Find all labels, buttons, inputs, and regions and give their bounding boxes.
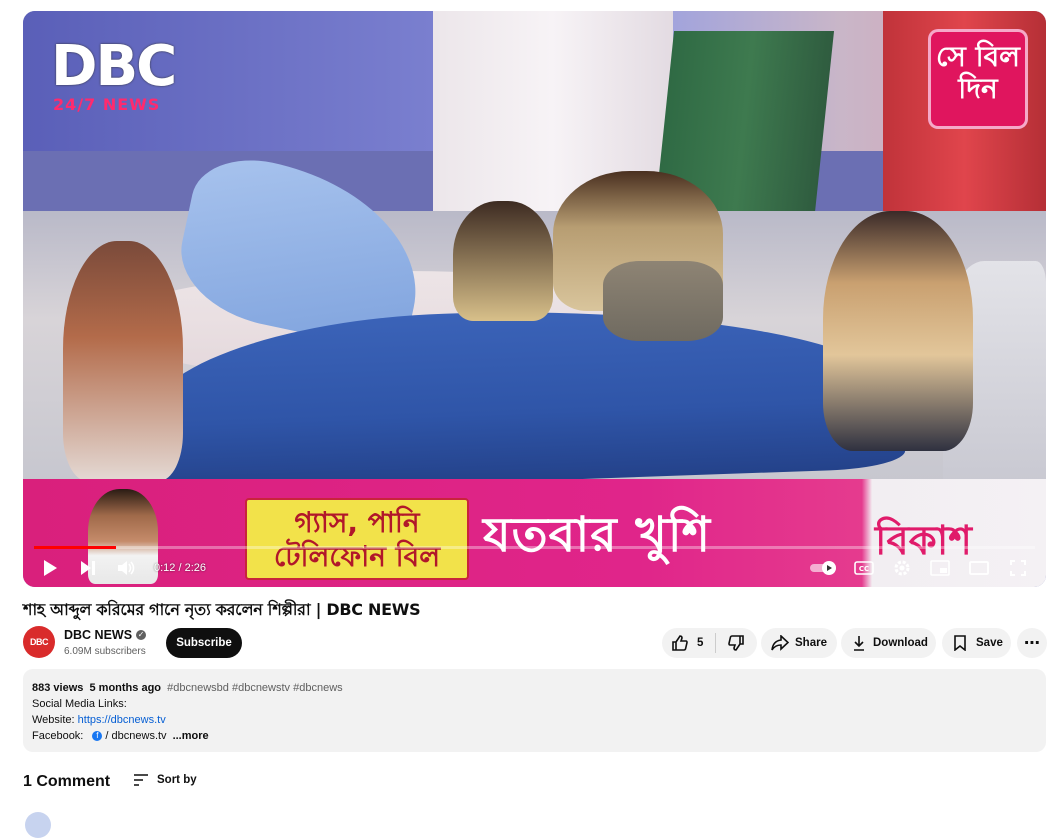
volume-button[interactable]	[116, 556, 138, 580]
save-label: Save	[976, 637, 1003, 649]
svg-text:CC: CC	[859, 565, 869, 573]
description-meta: 883 views 5 months ago #dbcnewsbd #dbcne…	[32, 680, 1037, 696]
like-dislike-group: 5	[662, 628, 757, 658]
share-icon	[771, 635, 789, 651]
sort-icon	[134, 774, 148, 786]
like-divider	[715, 633, 717, 653]
promo-badge: সে বিল দিন	[928, 29, 1028, 129]
sort-label: Sort by	[157, 774, 197, 786]
download-button[interactable]: Download	[841, 628, 936, 658]
time-display: 0:12 / 2:26	[154, 562, 206, 574]
share-label: Share	[795, 637, 827, 649]
theater-button[interactable]	[968, 556, 990, 580]
fullscreen-button[interactable]	[1007, 556, 1029, 580]
website-link[interactable]: https://dbcnews.tv	[78, 714, 166, 726]
facebook-icon: f	[92, 731, 103, 742]
dislike-button[interactable]	[728, 635, 745, 651]
thumbs-up-icon	[672, 635, 688, 651]
banner-box-line1: গ্যাস, পানি	[294, 506, 420, 539]
more-icon: ⋯	[1024, 635, 1040, 652]
theater-icon	[969, 561, 989, 575]
dancer	[453, 201, 553, 321]
play-icon	[44, 560, 57, 576]
hashtags[interactable]: #dbcnewsbd #dbcnewstv #dbcnews	[167, 682, 343, 694]
facebook-handle[interactable]: / dbcnews.tv	[105, 730, 166, 742]
share-button[interactable]: Share	[761, 628, 837, 658]
description-box[interactable]: 883 views 5 months ago #dbcnewsbd #dbcne…	[23, 669, 1046, 752]
website-line: Website: https://dbcnews.tv	[32, 712, 1037, 728]
channel-name[interactable]: DBC NEWS	[64, 628, 132, 642]
logo-main-text: DBC	[51, 34, 177, 99]
channel-avatar[interactable]: DBC	[23, 626, 55, 658]
more-actions-button[interactable]: ⋯	[1017, 628, 1047, 658]
upload-age: 5 months ago	[89, 682, 162, 694]
logo-sub-b: NEWS	[102, 95, 161, 114]
captions-button[interactable]: CC	[853, 556, 875, 580]
video-player[interactable]: DBC 24/7 NEWS সে বিল দিন গ্যাস, পানি টেল…	[23, 11, 1046, 587]
progress-bar[interactable]	[34, 546, 1035, 549]
bookmark-icon	[954, 635, 966, 651]
autoplay-toggle[interactable]	[809, 556, 839, 580]
subscribe-button[interactable]: Subscribe	[166, 628, 242, 658]
download-label: Download	[873, 637, 928, 649]
facebook-line: Facebook: f / dbcnews.tv ...more	[32, 728, 1037, 744]
like-button[interactable]: 5	[672, 635, 703, 651]
next-button[interactable]	[78, 556, 98, 580]
view-count: 883 views	[32, 682, 84, 694]
logo-sub-text: 24/7 NEWS	[53, 95, 211, 114]
banner-bill-box: গ্যাস, পানি টেলিফোন বিল	[245, 498, 469, 580]
volume-icon	[118, 561, 135, 575]
settings-button[interactable]	[891, 556, 913, 580]
description-line: Social Media Links:	[32, 698, 127, 710]
captions-icon: CC	[854, 561, 874, 575]
comment-count: 1 Comment	[23, 773, 111, 790]
banner-slogan: যতবার খুশি	[483, 507, 712, 563]
thumbs-down-icon	[728, 635, 745, 651]
autoplay-toggle-icon	[810, 561, 836, 575]
like-count: 5	[697, 637, 704, 649]
channel-watermark-logo: DBC 24/7 NEWS	[51, 39, 211, 117]
fullscreen-icon	[1010, 560, 1026, 576]
download-icon	[854, 636, 864, 651]
dancer	[823, 211, 973, 451]
subscriber-count: 6.09M subscribers	[64, 646, 146, 657]
next-icon	[81, 561, 95, 575]
dancer	[603, 261, 723, 341]
miniplayer-button[interactable]	[929, 556, 951, 580]
facebook-label: Facebook:	[32, 730, 87, 742]
channel-name-row[interactable]: DBC NEWS ✓	[64, 628, 147, 642]
sort-by-button[interactable]: Sort by	[133, 774, 197, 786]
video-title: শাহ আব্দুল করিমের গানে নৃত্য করলেন শিল্প…	[23, 600, 421, 619]
progress-fill	[34, 546, 117, 549]
website-label: Website:	[32, 714, 78, 726]
verified-icon: ✓	[136, 630, 147, 640]
play-button[interactable]	[40, 556, 60, 580]
miniplayer-icon	[930, 560, 950, 576]
show-more-link[interactable]: ...more	[173, 730, 209, 742]
logo-sub-a: 24/7	[53, 95, 97, 114]
settings-icon	[894, 560, 910, 576]
save-button[interactable]: Save	[942, 628, 1011, 658]
dancer	[63, 241, 183, 481]
